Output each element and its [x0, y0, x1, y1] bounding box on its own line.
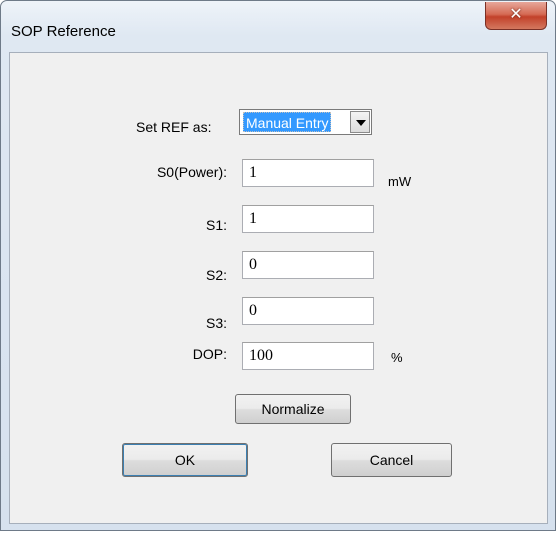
dop-input[interactable]: [242, 342, 374, 370]
s0-unit-label: mW: [388, 174, 412, 189]
close-icon: ✕: [509, 4, 523, 23]
s2-input[interactable]: [242, 251, 374, 279]
ok-button[interactable]: OK: [122, 443, 248, 477]
dop-unit-label: %: [391, 350, 403, 365]
s0-label: S0(Power):: [156, 164, 227, 180]
set-ref-combobox[interactable]: Manual Entry: [239, 109, 372, 135]
close-button[interactable]: ✕: [485, 2, 547, 30]
cancel-button[interactable]: Cancel: [331, 443, 452, 477]
window-title: SOP Reference: [11, 23, 116, 40]
dop-label: DOP:: [192, 346, 227, 362]
set-ref-label: Set REF as:: [136, 119, 212, 135]
set-ref-selected-value: Manual Entry: [243, 112, 332, 132]
s3-input[interactable]: [242, 297, 374, 325]
s0-power-input[interactable]: [242, 159, 374, 187]
chevron-down-icon[interactable]: [350, 111, 370, 133]
s2-label: S2:: [205, 267, 227, 283]
s3-label: S3:: [205, 315, 227, 331]
normalize-button[interactable]: Normalize: [235, 394, 351, 424]
dialog-window: SOP Reference ✕ Set REF as: Manual Entry…: [0, 0, 556, 531]
s1-input[interactable]: [242, 205, 374, 233]
s1-label: S1:: [205, 217, 227, 233]
